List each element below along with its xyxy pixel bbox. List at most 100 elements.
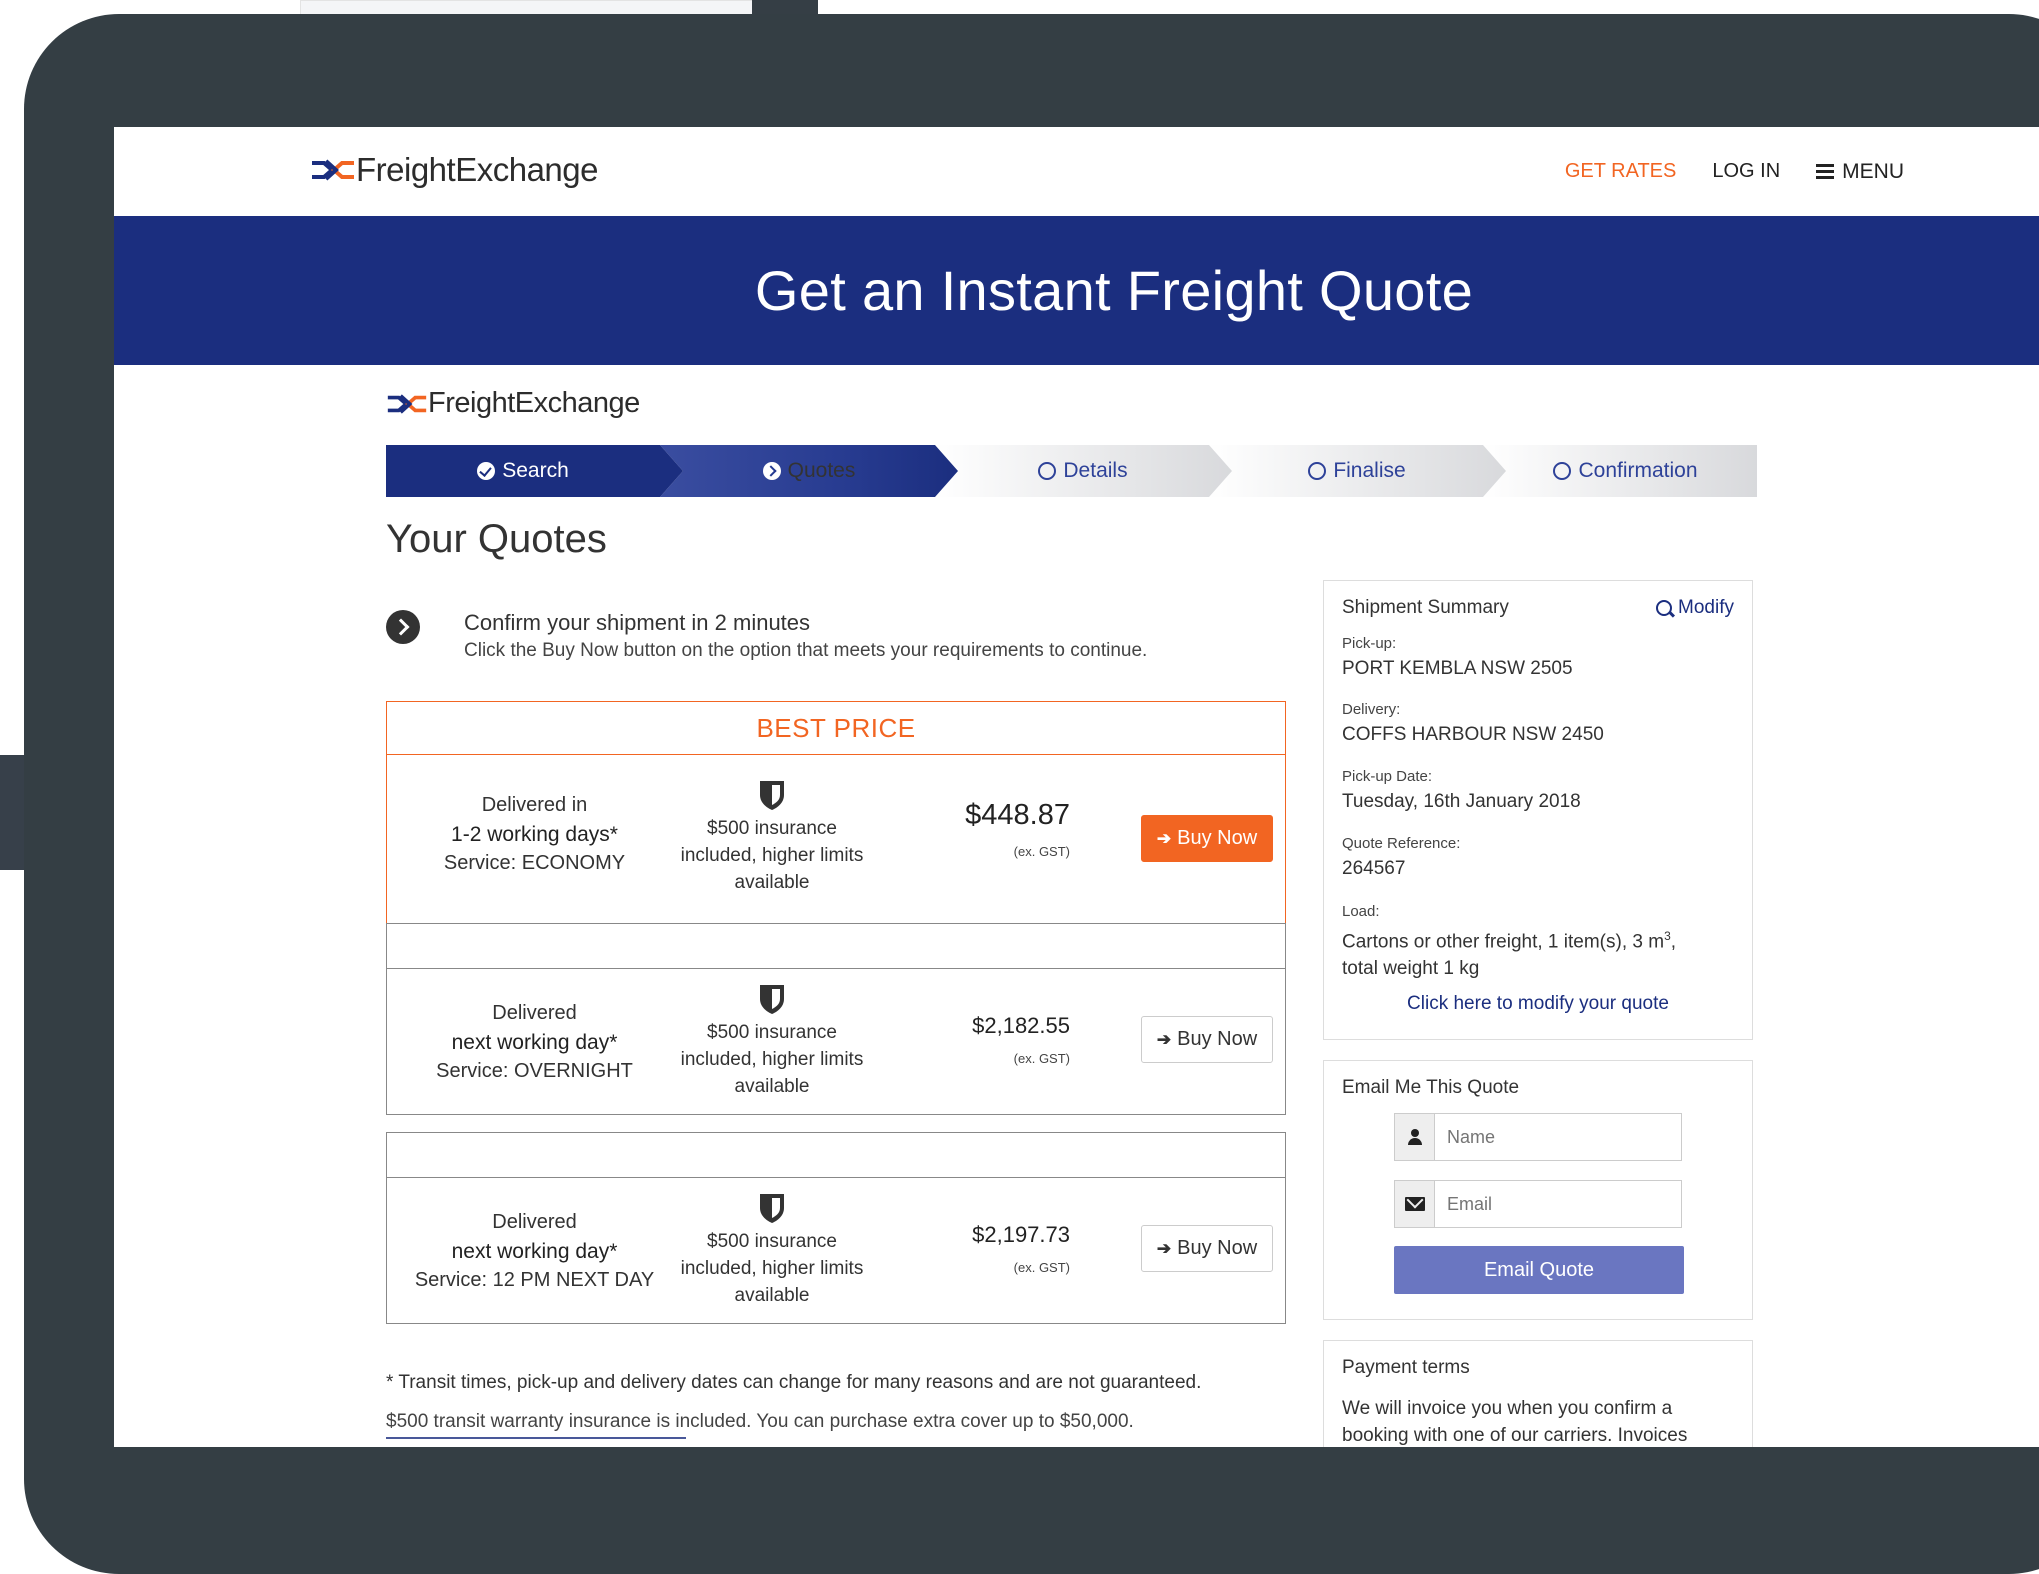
step-label: Details xyxy=(1063,459,1128,482)
email-field-addon xyxy=(1395,1181,1435,1227)
logo-mark-icon xyxy=(312,159,354,181)
price-amount: $448.87 xyxy=(965,799,1070,831)
email-quote-button[interactable]: Email Quote xyxy=(1394,1246,1684,1294)
top-navigation: FreightExchange GET RATES LOG IN MENU xyxy=(114,127,2039,216)
price-gst-note: (ex. GST) xyxy=(1013,1260,1070,1275)
nav-menu-button[interactable]: MENU xyxy=(1816,160,1904,184)
buy-now-label: Buy Now xyxy=(1177,1237,1258,1259)
name-input[interactable] xyxy=(1435,1114,1681,1160)
step-finalise: Finalise xyxy=(1220,445,1494,497)
envelope-icon xyxy=(1404,1197,1425,1211)
logo-mark-icon xyxy=(387,393,427,414)
buy-now-button[interactable]: ➔ Buy Now xyxy=(1141,1016,1273,1063)
delivered-label: Delivered xyxy=(492,1211,577,1233)
shield-icon xyxy=(760,781,784,810)
tablet-device-frame: FreightExchange GET RATES LOG IN MENU Ge… xyxy=(24,14,2039,1574)
buy-now-button[interactable]: ➔ Buy Now xyxy=(1141,1225,1273,1272)
name-field xyxy=(1394,1113,1682,1161)
quote-card-best-price: BEST PRICE Delivered in 1-2 working days… xyxy=(386,701,1286,925)
step-search[interactable]: Search xyxy=(386,445,660,497)
summary-title: Shipment Summary xyxy=(1342,597,1509,618)
shield-icon xyxy=(760,1194,784,1223)
service-prefix: Service: xyxy=(436,1060,509,1082)
widget-logo-text: FreightExchange xyxy=(428,387,640,419)
device-screen: FreightExchange GET RATES LOG IN MENU Ge… xyxy=(114,127,2039,1447)
buy-now-label: Buy Now xyxy=(1177,827,1258,849)
price-amount: $2,197.73 xyxy=(972,1222,1070,1247)
service-prefix: Service: xyxy=(443,852,517,874)
price: $2,197.73 (ex. GST) xyxy=(972,1222,1070,1275)
step-label: Finalise xyxy=(1333,459,1406,482)
load-cubic-superscript: 3 xyxy=(1664,929,1671,943)
circle-outline-icon xyxy=(1038,462,1057,480)
insurance-line: included, higher limits xyxy=(680,845,864,866)
arrow-right-icon: ➔ xyxy=(1156,828,1172,848)
price-amount: $2,182.55 xyxy=(972,1013,1070,1038)
delivery-label: Delivery: xyxy=(1342,701,1401,718)
price: $448.87 (ex. GST) xyxy=(965,799,1070,859)
check-circle-icon xyxy=(477,462,496,480)
payment-terms-title: Payment terms xyxy=(1342,1357,1470,1378)
step-confirmation: Confirmation xyxy=(1494,445,1757,497)
step-details: Details xyxy=(946,445,1220,497)
quote-card-header xyxy=(387,1133,1285,1178)
delivered-label: Delivered xyxy=(492,1002,577,1024)
delivery-value: COFFS HARBOUR NSW 2450 xyxy=(1342,724,1604,745)
modify-label: Modify xyxy=(1678,597,1734,618)
site-logo[interactable]: FreightExchange xyxy=(310,151,598,189)
arrow-right-icon: ➔ xyxy=(1156,1238,1172,1258)
pickup-date-value: Tuesday, 16th January 2018 xyxy=(1342,791,1581,812)
load-line-2: total weight 1 kg xyxy=(1342,958,1480,980)
payment-terms-text: We will invoice you when you confirm a b… xyxy=(1342,1398,1688,1446)
modify-quote-link[interactable]: Click here to modify your quote xyxy=(1324,993,1752,1015)
load-label: Load: xyxy=(1342,903,1380,920)
step-label: Search xyxy=(502,459,569,482)
service-name: 12 PM NEXT DAY xyxy=(492,1269,655,1291)
price-gst-note: (ex. GST) xyxy=(1013,1051,1070,1066)
quote-card: Delivered next working day* Service: 12 … xyxy=(386,1132,1286,1324)
load-value: Cartons or other freight, 1 item(s), 3 m… xyxy=(1342,923,1742,982)
insurance-line: available xyxy=(734,1285,810,1306)
buy-now-button[interactable]: ➔ Buy Now xyxy=(1141,815,1273,862)
transit-disclaimer: * Transit times, pick-up and delivery da… xyxy=(386,1372,1202,1393)
insurance-line: $500 insurance xyxy=(707,1022,837,1043)
pickup-date-label: Pick-up Date: xyxy=(1342,768,1433,785)
email-panel-title: Email Me This Quote xyxy=(1342,1077,1520,1098)
nav-links: GET RATES LOG IN MENU xyxy=(1565,127,1904,216)
quote-card: Delivered next working day* Service: OVE… xyxy=(386,923,1286,1115)
step-label: Quotes xyxy=(787,459,856,482)
circle-outline-icon xyxy=(1553,462,1572,480)
buy-now-label: Buy Now xyxy=(1177,1028,1258,1050)
delivery-info: Delivered in 1-2 working days* Service: … xyxy=(387,791,682,878)
email-quote-panel: Email Me This Quote Email Quote xyxy=(1323,1060,1753,1320)
delivery-info: Delivered next working day* Service: OVE… xyxy=(387,999,682,1086)
insurance-info: $500 insurance included, higher limits a… xyxy=(657,1192,887,1309)
service-name: OVERNIGHT xyxy=(513,1060,633,1082)
circle-outline-icon xyxy=(1308,462,1327,480)
quote-reference-value: 264567 xyxy=(1342,858,1406,879)
insurance-link-cutoff[interactable] xyxy=(386,1437,686,1447)
chevron-circle-icon xyxy=(762,462,781,480)
step-label: Confirmation xyxy=(1578,459,1698,482)
email-input[interactable] xyxy=(1435,1181,1681,1227)
email-field xyxy=(1394,1180,1682,1228)
service-name: ECONOMY xyxy=(521,852,626,874)
nav-get-rates-link[interactable]: GET RATES xyxy=(1565,160,1677,183)
nav-login-link[interactable]: LOG IN xyxy=(1712,160,1780,183)
hero-banner: Get an Instant Freight Quote xyxy=(114,216,2039,365)
modify-link[interactable]: Modify xyxy=(1656,597,1734,619)
best-price-label: BEST PRICE xyxy=(387,702,1285,755)
insurance-info: $500 insurance included, higher limits a… xyxy=(657,779,887,896)
nav-menu-label: MENU xyxy=(1842,159,1904,183)
delivery-info: Delivered next working day* Service: 12 … xyxy=(387,1208,682,1295)
confirm-subtitle: Click the Buy Now button on the option t… xyxy=(464,640,1148,661)
shipment-summary-panel: Shipment Summary Modify Pick-up: PORT KE… xyxy=(1323,580,1753,1040)
insurance-line: included, higher limits xyxy=(680,1049,864,1070)
widget-logo: FreightExchange xyxy=(386,387,640,420)
payment-terms-panel: Payment terms We will invoice you when y… xyxy=(1323,1340,1753,1447)
name-field-addon xyxy=(1395,1114,1435,1160)
logo-text: FreightExchange xyxy=(356,151,598,188)
delivery-timeframe: next working day* xyxy=(451,1240,618,1263)
insurance-info: $500 insurance included, higher limits a… xyxy=(657,983,887,1100)
load-line-1-comma: , xyxy=(1670,931,1677,953)
